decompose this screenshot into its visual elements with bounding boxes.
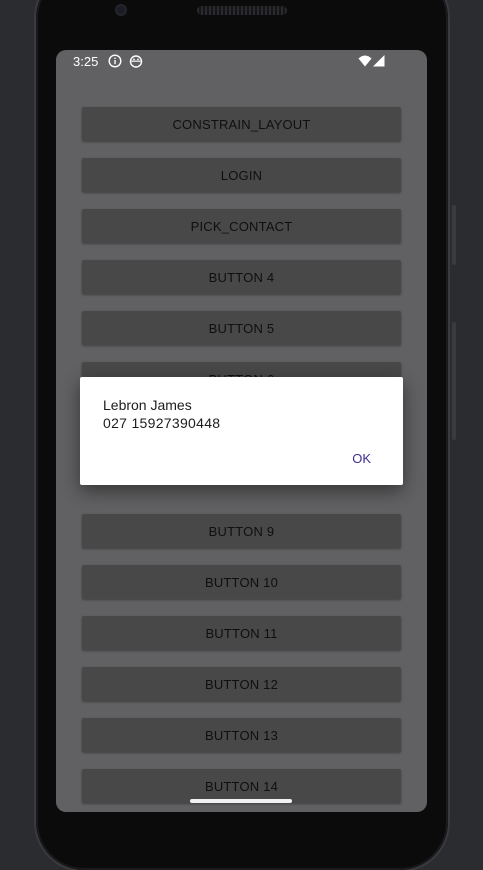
dialog-ok-button[interactable]: OK	[352, 451, 371, 466]
button-9[interactable]: BUTTON 9	[82, 514, 401, 548]
button-12[interactable]: BUTTON 12	[82, 667, 401, 701]
login-button[interactable]: LOGIN	[82, 158, 401, 192]
button-11[interactable]: BUTTON 11	[82, 616, 401, 650]
button-5[interactable]: BUTTON 5	[82, 311, 401, 345]
home-indicator[interactable]	[190, 799, 292, 803]
wifi-icon	[358, 55, 372, 67]
button-14[interactable]: BUTTON 14	[82, 769, 401, 803]
earpiece-speaker	[197, 6, 287, 15]
signal-icon	[373, 55, 385, 67]
status-time: 3:25	[73, 54, 99, 69]
contact-name: Lebron James	[103, 397, 192, 413]
contact-dialog: Lebron James 027 15927390448 OK	[80, 377, 403, 485]
button-13[interactable]: BUTTON 13	[82, 718, 401, 752]
button-10[interactable]: BUTTON 10	[82, 565, 401, 599]
front-camera	[115, 4, 127, 16]
app-screen: 3:25 CONSTRAIN_LAYOUT LOGIN PICK_CONTACT…	[56, 50, 427, 812]
power-button	[452, 205, 456, 265]
button-4[interactable]: BUTTON 4	[82, 260, 401, 294]
volume-button	[452, 322, 456, 440]
constrain-layout-button[interactable]: CONSTRAIN_LAYOUT	[82, 107, 401, 141]
pick-contact-button[interactable]: PICK_CONTACT	[82, 209, 401, 243]
info-icon	[108, 54, 122, 68]
android-icon	[129, 55, 143, 68]
status-bar: 3:25	[56, 50, 427, 74]
contact-phone: 027 15927390448	[103, 415, 221, 431]
